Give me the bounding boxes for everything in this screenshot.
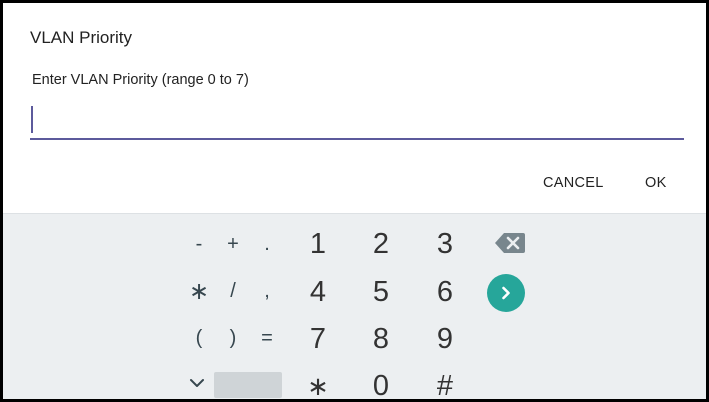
key-comma[interactable]: , <box>249 271 285 311</box>
dialog-title: VLAN Priority <box>30 28 133 47</box>
text-cursor <box>31 106 33 133</box>
key-8[interactable]: 8 <box>356 317 406 361</box>
backspace-key[interactable] <box>486 226 534 260</box>
key-plus[interactable]: + <box>215 224 251 264</box>
key-hash[interactable]: # <box>420 364 470 400</box>
key-5[interactable]: 5 <box>356 270 406 314</box>
dialog-message: Enter VLAN Priority (range 0 to 7) <box>32 72 249 88</box>
key-2[interactable]: 2 <box>356 222 406 266</box>
ok-button[interactable]: OK <box>639 171 673 195</box>
chevron-right-icon <box>502 286 510 300</box>
numeric-keyboard: - + . 1 2 3 ∗ / , 4 5 6 ( ) = 7 8 9 ∗ 0 … <box>3 213 706 399</box>
key-equals[interactable]: = <box>249 318 285 358</box>
key-0[interactable]: 0 <box>356 364 406 400</box>
key-slash[interactable]: / <box>215 271 251 311</box>
key-4[interactable]: 4 <box>293 270 343 314</box>
key-3[interactable]: 3 <box>420 222 470 266</box>
key-1[interactable]: 1 <box>293 222 343 266</box>
key-period[interactable]: . <box>249 224 285 264</box>
chevron-down-icon <box>190 379 204 387</box>
key-9[interactable]: 9 <box>420 317 470 361</box>
key-7[interactable]: 7 <box>293 317 343 361</box>
collapse-keyboard-key[interactable] <box>179 366 215 399</box>
backspace-icon <box>495 233 525 253</box>
key-asterisk[interactable]: ∗ <box>181 271 217 311</box>
key-close-paren[interactable]: ) <box>215 318 251 358</box>
key-6[interactable]: 6 <box>420 270 470 314</box>
space-key[interactable] <box>214 372 282 398</box>
key-star[interactable]: ∗ <box>293 364 343 400</box>
enter-key[interactable] <box>487 274 525 312</box>
key-minus[interactable]: - <box>181 224 217 264</box>
key-open-paren[interactable]: ( <box>181 318 217 358</box>
vlan-priority-input[interactable] <box>30 100 684 140</box>
screen: VLAN Priority Enter VLAN Priority (range… <box>3 3 706 399</box>
cancel-button[interactable]: CANCEL <box>537 171 610 195</box>
